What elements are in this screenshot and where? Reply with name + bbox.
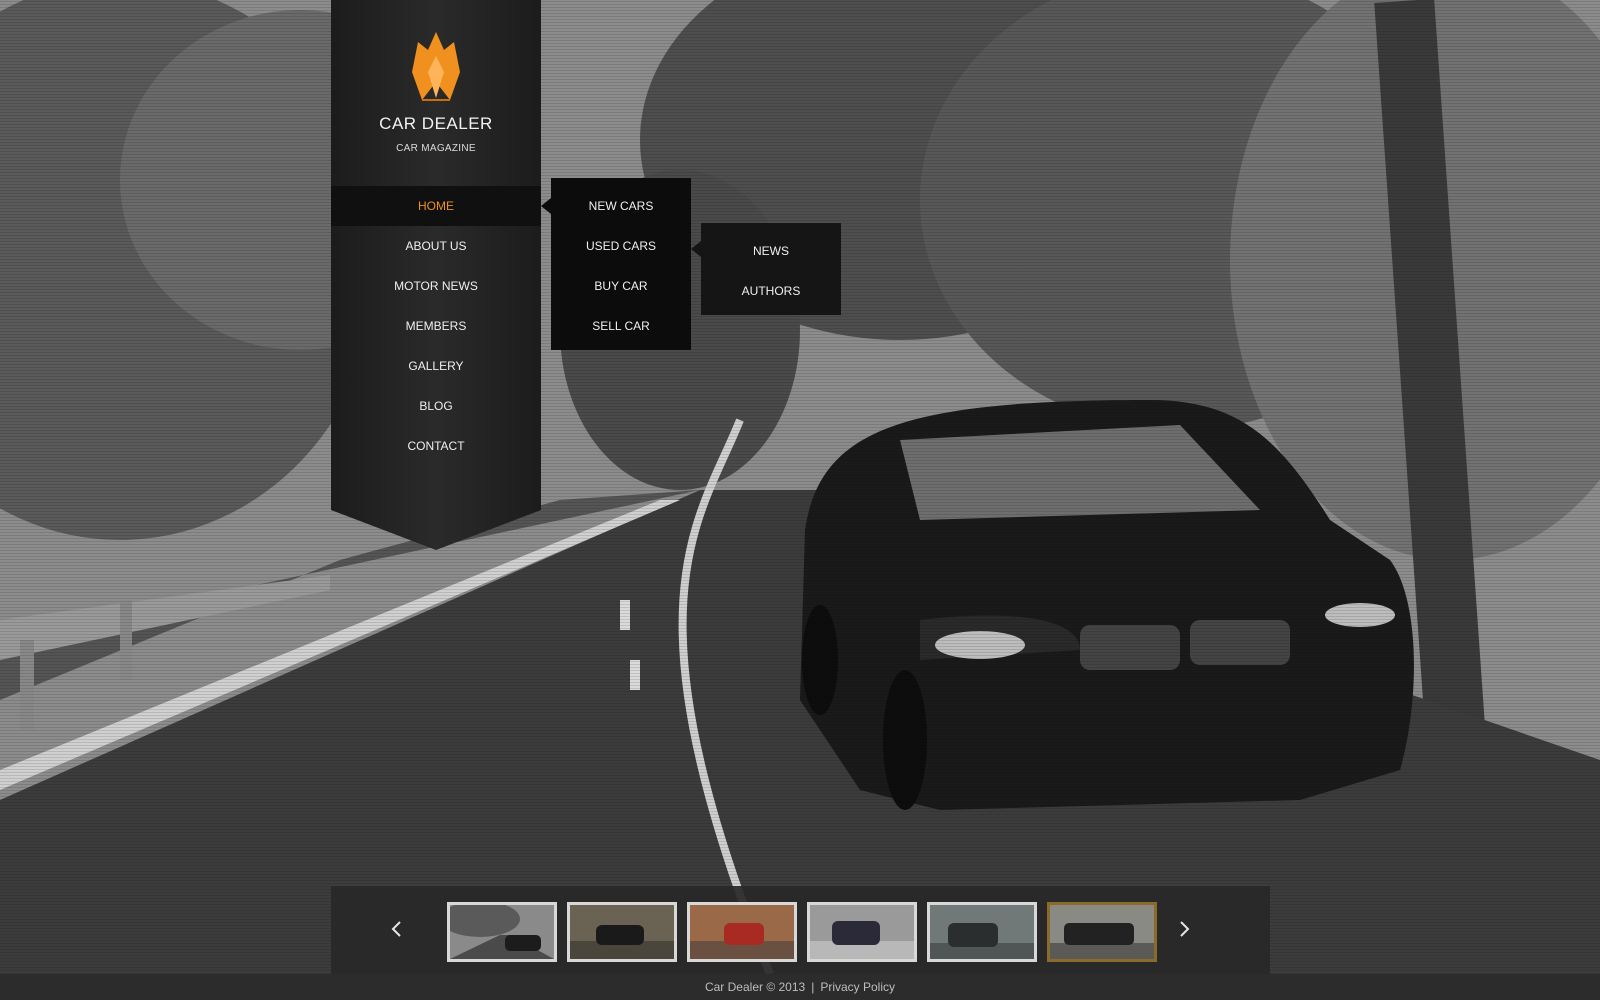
- thumbnail-image: [570, 905, 674, 959]
- submenu-item-buy-car[interactable]: BUY CAR: [551, 266, 691, 306]
- thumbnail-1[interactable]: [447, 902, 557, 962]
- hero-background: [0, 0, 1600, 974]
- dropdown-pointer-icon: [691, 241, 701, 257]
- thumbnail-5[interactable]: [927, 902, 1037, 962]
- thumbnail-image: [810, 905, 914, 959]
- footer: Car Dealer © 2013 | Privacy Policy: [0, 974, 1600, 1000]
- thumbnail-image: [690, 905, 794, 959]
- flame-crown-icon[interactable]: [410, 32, 462, 102]
- submenu-item-sell-car[interactable]: SELL CAR: [551, 306, 691, 346]
- menu-item-motor-news[interactable]: MOTOR NEWS: [331, 266, 541, 306]
- submenu-item-used-cars[interactable]: USED CARS: [551, 226, 691, 266]
- submenu-home: NEW CARS USED CARS BUY CAR SELL CAR: [551, 178, 691, 350]
- brand-title: CAR DEALER: [379, 114, 493, 133]
- main-menu: HOME ABOUT US MOTOR NEWS MEMBERS GALLERY…: [331, 186, 541, 466]
- chevron-right-icon[interactable]: [1171, 916, 1197, 942]
- thumbnail-2[interactable]: [567, 902, 677, 962]
- thumbnail-image: [930, 905, 1034, 959]
- thumbnail-4[interactable]: [807, 902, 917, 962]
- menu-item-about-us[interactable]: ABOUT US: [331, 226, 541, 266]
- submenu-item-news[interactable]: NEWS: [701, 231, 841, 271]
- submenu-item-authors[interactable]: AUTHORS: [701, 271, 841, 311]
- thumbnail-carousel: [331, 886, 1270, 974]
- thumbnail-image: [450, 905, 554, 959]
- thumbnail-image: [1050, 905, 1154, 959]
- submenu-item-new-cars[interactable]: NEW CARS: [551, 186, 691, 226]
- menu-item-gallery[interactable]: GALLERY: [331, 346, 541, 386]
- chevron-left-icon[interactable]: [384, 916, 410, 942]
- privacy-policy-link[interactable]: Privacy Policy: [820, 980, 895, 994]
- menu-item-contact[interactable]: CONTACT: [331, 426, 541, 466]
- dropdown-pointer-icon: [541, 198, 551, 214]
- footer-separator: |: [811, 980, 815, 994]
- main-nav-panel: CAR DEALER CAR MAGAZINE HOME ABOUT US MO…: [331, 0, 541, 550]
- thumbnail-3[interactable]: [687, 902, 797, 962]
- thumbnail-6[interactable]: [1047, 902, 1157, 962]
- brand-subtitle: CAR MAGAZINE: [396, 143, 476, 154]
- road-scene-image: [0, 0, 1600, 974]
- menu-item-blog[interactable]: BLOG: [331, 386, 541, 426]
- menu-item-members[interactable]: MEMBERS: [331, 306, 541, 346]
- copyright-text: Car Dealer © 2013: [704, 980, 806, 994]
- submenu-used-cars: NEWS AUTHORS: [701, 223, 841, 315]
- menu-item-home[interactable]: HOME: [331, 186, 541, 226]
